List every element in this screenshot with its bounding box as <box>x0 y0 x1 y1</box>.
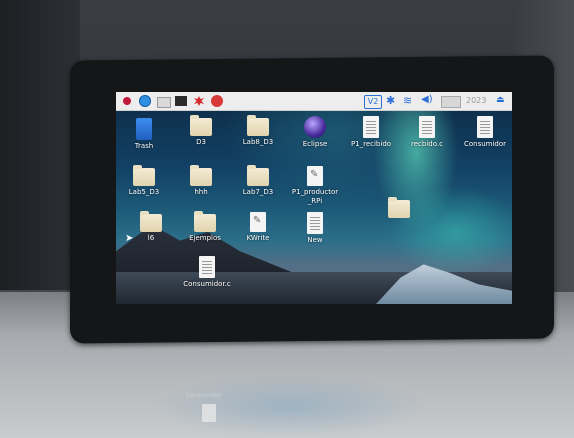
document-icon <box>199 256 215 278</box>
icon-label: KWrite <box>246 234 270 242</box>
desktop-icon-p1-recibido[interactable]: P1_recibido <box>344 116 398 149</box>
mouse-cursor-icon: ➤ <box>125 233 134 244</box>
desktop-icon-eclipse[interactable]: Eclipse <box>288 116 342 149</box>
document-icon <box>307 212 323 234</box>
eject-icon[interactable]: ⏏ <box>496 95 505 105</box>
desktop-icon-ejemplos[interactable]: Ejemplos <box>178 211 232 243</box>
reflection-file <box>202 404 216 422</box>
desktop-icon-recbido[interactable]: recbido.c <box>400 116 454 149</box>
folder-icon <box>247 165 269 186</box>
icon-label: Trash <box>134 142 154 150</box>
cpu-monitor[interactable] <box>441 96 461 108</box>
desktop-icon-consumidor-c[interactable]: Consumidor.c <box>180 256 234 289</box>
text-editor-icon <box>307 166 323 186</box>
icon-label: Consumidor <box>463 140 507 148</box>
trash-icon <box>136 118 152 140</box>
folder-icon <box>133 165 155 186</box>
desktop-icon-lab5[interactable]: Lab5_D3 <box>117 165 171 197</box>
vnc-icon[interactable]: V2 <box>364 95 382 109</box>
bluetooth-icon[interactable]: ✱ <box>386 94 395 107</box>
web-browser-icon[interactable] <box>138 94 152 108</box>
kwrite-icon <box>250 212 266 232</box>
desktop-icon-consumidor[interactable]: Consumidor <box>458 116 512 149</box>
desktop-icon-p1-productor[interactable]: P1_productor _RPi <box>288 166 342 206</box>
terminal-icon[interactable] <box>174 94 188 108</box>
document-icon <box>363 116 379 138</box>
desktop-icon-d3[interactable]: D3 <box>174 115 228 147</box>
file-manager-icon[interactable] <box>156 94 171 108</box>
volume-icon[interactable]: ◀) <box>421 94 433 105</box>
icon-label: D3 <box>196 138 206 146</box>
clock[interactable]: 2023 <box>466 96 486 105</box>
document-icon <box>477 116 493 138</box>
desktop-icon-lab7[interactable]: Lab7_D3 <box>231 165 285 197</box>
desktop-icon-lab8[interactable]: Lab8_D3 <box>231 115 285 147</box>
folder-icon <box>194 211 216 232</box>
desktop-folder-faded[interactable] <box>372 197 426 218</box>
screen-reflection <box>150 375 430 438</box>
desktop-icon-hhh[interactable]: hhh <box>174 165 228 197</box>
desktop-icon-kwrite[interactable]: KWrite <box>231 212 285 243</box>
icon-label: New <box>307 236 323 244</box>
icon-label: Lab5_D3 <box>128 188 160 196</box>
eclipse-icon <box>304 116 326 138</box>
icon-label: P1_recibido <box>350 140 392 148</box>
wifi-icon[interactable]: ≋ <box>403 94 412 107</box>
icon-label: Lab8_D3 <box>242 138 274 146</box>
reflection-label: Consumidor <box>186 392 223 399</box>
folder-icon <box>247 115 269 136</box>
desktop-icon-trash[interactable]: Trash <box>117 118 171 151</box>
folder-icon <box>190 115 212 136</box>
folder-icon <box>140 211 162 232</box>
folder-icon <box>388 197 410 218</box>
icon-label: recbido.c <box>411 140 443 148</box>
icon-label: P1_productor _RPi <box>291 188 339 205</box>
dark-wall-left <box>0 0 80 290</box>
icon-label: Consumidor.c <box>183 280 231 288</box>
taskbar: V2 ✱ ≋ ◀) 2023 ⏏ <box>116 92 512 111</box>
icon-label: Lab7_D3 <box>242 188 274 196</box>
desktop-screen[interactable]: V2 ✱ ≋ ◀) 2023 ⏏ Trash D3 Lab8_D3 Eclips… <box>116 92 512 304</box>
desktop-icon-new[interactable]: New <box>288 212 342 245</box>
icon-label: Eclipse <box>302 140 328 148</box>
bug-app-icon[interactable] <box>192 94 206 108</box>
icon-label: Ejemplos <box>189 234 221 242</box>
app-icon[interactable] <box>210 94 224 108</box>
icon-label: hhh <box>194 188 208 196</box>
raspberry-menu-icon[interactable] <box>120 94 134 108</box>
folder-icon <box>190 165 212 186</box>
document-icon <box>419 116 435 138</box>
